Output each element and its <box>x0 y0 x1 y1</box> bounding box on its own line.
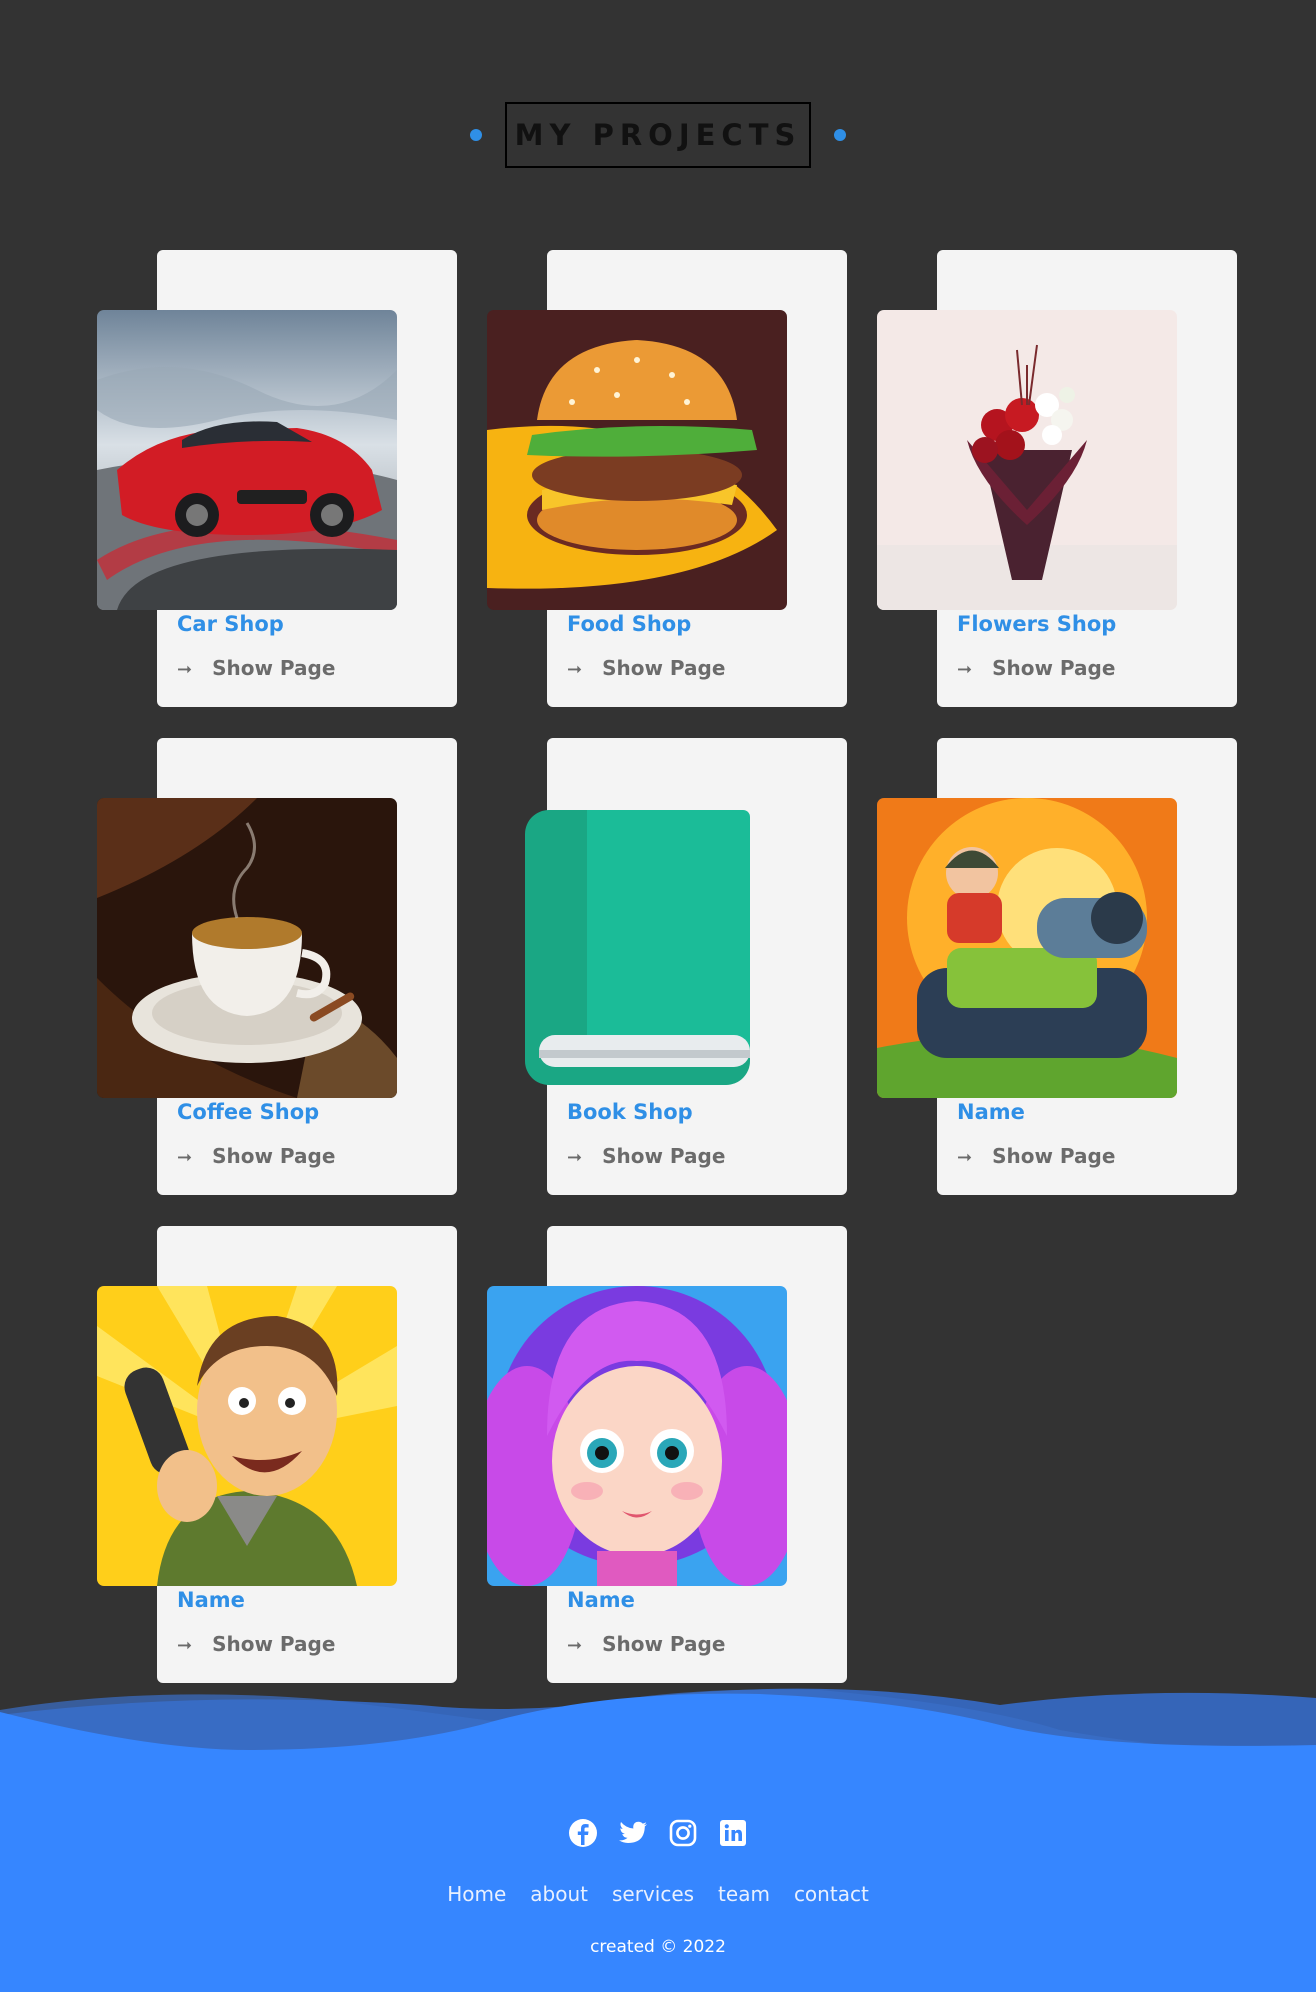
book-icon <box>525 810 750 1085</box>
burger-image <box>487 310 787 610</box>
nav-services[interactable]: services <box>612 1882 694 1906</box>
facebook-icon[interactable] <box>568 1818 598 1848</box>
project-name: Flowers Shop <box>957 612 1117 636</box>
section-header: MY PROJECTS <box>0 100 1316 170</box>
flowers-image <box>877 310 1177 610</box>
social-links <box>0 1818 1316 1848</box>
arrow-right-icon: ➞ <box>567 1635 583 1656</box>
project-name: Coffee Shop <box>177 1100 320 1124</box>
arrow-right-icon: ➞ <box>957 659 973 680</box>
show-page-link[interactable]: ➞ Show Page <box>177 1144 335 1168</box>
title-dot-right <box>834 129 846 141</box>
nav-home[interactable]: Home <box>447 1882 506 1906</box>
show-page-link[interactable]: ➞ Show Page <box>957 656 1115 680</box>
project-name: Car Shop <box>177 612 284 636</box>
arrow-right-icon: ➞ <box>177 1147 193 1168</box>
arrow-right-icon: ➞ <box>177 659 193 680</box>
coffee-image <box>97 798 397 1098</box>
cartoon-girl-image <box>487 1286 787 1586</box>
nav-contact[interactable]: contact <box>794 1882 869 1906</box>
show-page-link[interactable]: ➞ Show Page <box>177 656 335 680</box>
section-title: MY PROJECTS <box>505 102 811 168</box>
car-image <box>97 310 397 610</box>
cartoon-man-image <box>97 1286 397 1586</box>
show-page-link[interactable]: ➞ Show Page <box>957 1144 1115 1168</box>
title-dot-left <box>470 129 482 141</box>
copyright: created © 2022 <box>590 1937 726 1957</box>
show-page-link[interactable]: ➞ Show Page <box>567 1144 725 1168</box>
twitter-icon[interactable] <box>618 1818 648 1848</box>
project-name: Name <box>957 1100 1025 1124</box>
instagram-icon[interactable] <box>668 1818 698 1848</box>
show-page-link[interactable]: ➞ Show Page <box>567 1632 725 1656</box>
project-name: Food Shop <box>567 612 692 636</box>
arrow-right-icon: ➞ <box>567 1147 583 1168</box>
arrow-right-icon: ➞ <box>177 1635 193 1656</box>
show-page-link[interactable]: ➞ Show Page <box>567 656 725 680</box>
nav-team[interactable]: team <box>718 1882 770 1906</box>
show-page-link[interactable]: ➞ Show Page <box>177 1632 335 1656</box>
project-name: Book Shop <box>567 1100 693 1124</box>
linkedin-icon[interactable] <box>718 1818 748 1848</box>
project-name: Name <box>567 1588 635 1612</box>
tank-game-image <box>877 798 1177 1098</box>
project-name: Name <box>177 1588 245 1612</box>
arrow-right-icon: ➞ <box>567 659 583 680</box>
arrow-right-icon: ➞ <box>957 1147 973 1168</box>
nav-about[interactable]: about <box>530 1882 588 1906</box>
footer-nav: Home about services team contact <box>0 1882 1316 1906</box>
